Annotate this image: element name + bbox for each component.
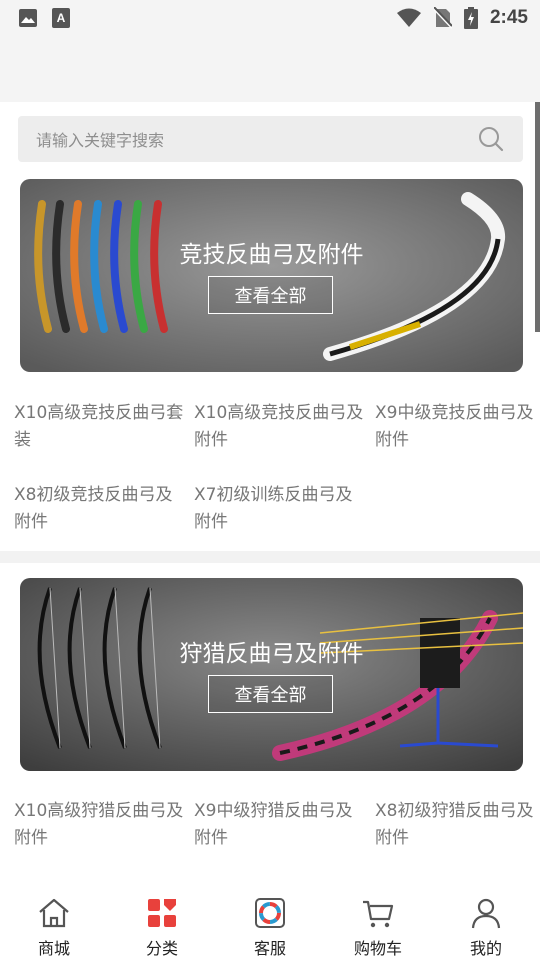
bottom-tab-bar: 商城 分类 客服 购物车 我的 — [0, 887, 540, 960]
list-item[interactable]: X7初级训练反曲弓及附件 — [194, 482, 364, 536]
profile-icon — [471, 898, 501, 929]
tab-label: 我的 — [469, 939, 502, 958]
search-input[interactable]: 请输入关键字搜索 — [36, 127, 477, 151]
image-icon — [19, 9, 37, 27]
svg-text:A: A — [57, 11, 66, 25]
list-item[interactable]: X10高级狩猎反曲弓及附件 — [14, 798, 184, 852]
wifi-icon — [396, 8, 421, 27]
keyboard-a-icon: A — [52, 8, 70, 28]
customer-service-icon — [255, 898, 285, 928]
status-time: 2:45 — [489, 7, 528, 28]
tab-label: 商城 — [37, 939, 70, 958]
banner-competition-recurve[interactable]: 竞技反曲弓及附件 查看全部 — [20, 179, 523, 372]
search-bar[interactable]: 请输入关键字搜索 — [18, 116, 523, 162]
scrollbar[interactable] — [535, 102, 540, 332]
tab-cart[interactable]: 购物车 — [324, 887, 432, 960]
view-all-button[interactable]: 查看全部 — [208, 675, 333, 713]
tab-label: 客服 — [253, 939, 286, 958]
tab-customer-service[interactable]: 客服 — [216, 887, 324, 960]
tab-label: 购物车 — [353, 939, 402, 958]
category-icon — [148, 899, 176, 927]
section-divider — [0, 551, 540, 563]
list-item[interactable]: X8初级狩猎反曲弓及附件 — [375, 798, 540, 852]
tab-label: 分类 — [145, 939, 178, 958]
home-icon — [39, 898, 69, 928]
list-item[interactable]: X10高级竞技反曲弓套装 — [14, 400, 184, 454]
no-sim-icon — [433, 7, 452, 29]
tab-category[interactable]: 分类 — [108, 887, 216, 960]
cart-icon — [363, 900, 394, 928]
list-item[interactable]: X8初级竞技反曲弓及附件 — [14, 482, 184, 536]
status-bar: A 2:45 — [0, 0, 540, 36]
list-item[interactable]: X10高级竞技反曲弓及附件 — [194, 400, 364, 454]
search-icon[interactable] — [477, 125, 505, 153]
banner-title: 狩猎反曲弓及附件 — [179, 641, 364, 667]
list-item[interactable]: X9中级竞技反曲弓及附件 — [375, 400, 540, 454]
view-all-button[interactable]: 查看全部 — [208, 276, 333, 314]
banner-hunting-recurve[interactable]: 狩猎反曲弓及附件 查看全部 — [20, 578, 523, 771]
banner-title: 竞技反曲弓及附件 — [179, 242, 364, 268]
content-scroll[interactable]: 请输入关键字搜索 竞技反曲弓及附件 查看全部 X10高级竞技反曲弓套装 X10高… — [0, 102, 540, 887]
battery-charging-icon — [463, 7, 478, 29]
tab-home[interactable]: 商城 — [0, 887, 108, 960]
tab-profile[interactable]: 我的 — [432, 887, 540, 960]
screen: A 2:45 请输入关键字搜索 竞技反曲弓及附件 查看全部 X10高级竞技反曲弓… — [0, 0, 540, 960]
list-item[interactable]: X9中级狩猎反曲弓及附件 — [194, 798, 364, 852]
